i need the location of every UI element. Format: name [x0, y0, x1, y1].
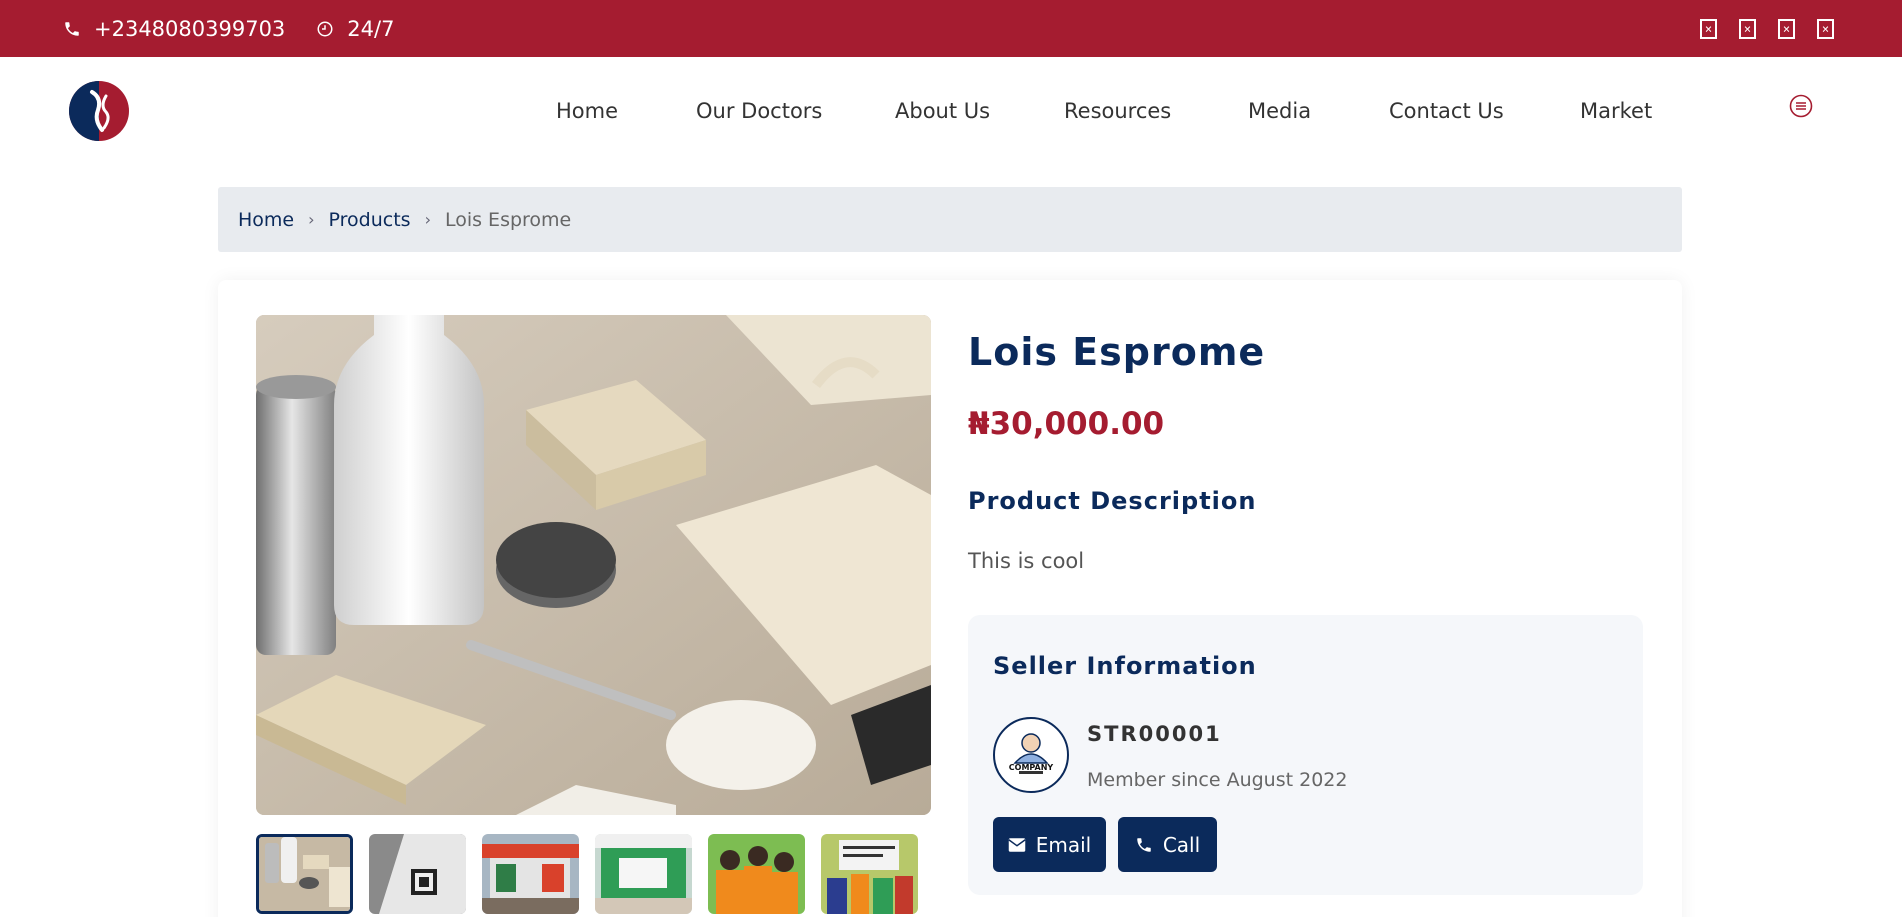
product-title: Lois Esprome: [968, 330, 1266, 374]
thumbnail-exhibition-booth[interactable]: [482, 834, 579, 914]
product-price: ₦30,000.00: [968, 406, 1165, 442]
thumbnail-merch-flatlay[interactable]: [256, 834, 353, 914]
breadcrumb: Home › Products › Lois Esprome: [218, 187, 1682, 252]
contact-info: +2348080399703 24/7: [62, 0, 394, 57]
email-button-label: Email: [1035, 832, 1092, 857]
nav-resources[interactable]: Resources: [1064, 99, 1171, 123]
social-links: × × × ×: [1700, 0, 1834, 57]
nav-about-us[interactable]: About Us: [895, 99, 990, 123]
thumbnail-qr-card[interactable]: [369, 834, 466, 914]
phone-number[interactable]: +2348080399703: [94, 17, 285, 41]
product-main-image[interactable]: [256, 315, 931, 815]
breadcrumb-current: Lois Esprome: [444, 208, 572, 231]
top-bar: +2348080399703 24/7 × × × ×: [0, 0, 1902, 57]
social-icon-3[interactable]: ×: [1778, 18, 1795, 39]
description-heading: Product Description: [968, 487, 1257, 515]
breadcrumb-separator: ›: [424, 210, 431, 229]
social-icon-1[interactable]: ×: [1700, 18, 1717, 39]
email-button[interactable]: Email: [993, 817, 1106, 872]
product-description: This is cool: [968, 549, 1085, 573]
avatar-caption: COMPANY: [1008, 763, 1054, 772]
envelope-icon: [1008, 837, 1026, 853]
call-button[interactable]: Call: [1118, 817, 1217, 872]
main-nav: Home Our Doctors About Us Resources Medi…: [0, 57, 1902, 163]
clock-icon: [315, 19, 335, 39]
phone-icon: [62, 19, 82, 39]
nav-market[interactable]: Market: [1580, 99, 1652, 123]
phone-icon: [1135, 836, 1153, 854]
thumbnail-banner-group[interactable]: [821, 834, 918, 914]
member-since: Member since August 2022: [1087, 769, 1348, 791]
nav-contact-us[interactable]: Contact Us: [1389, 99, 1504, 123]
call-button-label: Call: [1162, 832, 1201, 857]
thumbnail-green-booth[interactable]: [595, 834, 692, 914]
seller-heading: Seller Information: [993, 652, 1257, 680]
thumbnail-team-photo[interactable]: [708, 834, 805, 914]
breadcrumb-home[interactable]: Home: [238, 209, 294, 231]
seller-avatar: COMPANY: [993, 717, 1069, 793]
seller-id: STR00001: [1087, 722, 1222, 746]
breadcrumb-separator: ›: [308, 210, 315, 229]
menu-icon[interactable]: [1789, 94, 1813, 118]
nav-home[interactable]: Home: [556, 99, 618, 123]
breadcrumb-products[interactable]: Products: [329, 209, 411, 231]
nav-our-doctors[interactable]: Our Doctors: [696, 99, 822, 123]
social-icon-4[interactable]: ×: [1817, 18, 1834, 39]
social-icon-2[interactable]: ×: [1739, 18, 1756, 39]
nav-media[interactable]: Media: [1248, 99, 1311, 123]
hours-text: 24/7: [347, 16, 395, 41]
